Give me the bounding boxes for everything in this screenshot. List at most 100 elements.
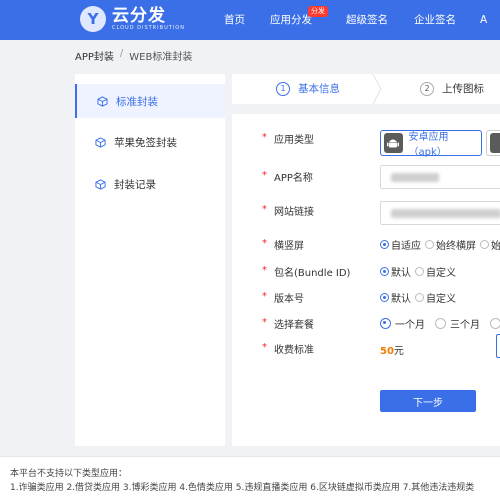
radio-one-month[interactable]: 一个月	[380, 316, 425, 331]
logo[interactable]: Y 云分发 CLOUD DISTRIBUTION	[80, 6, 185, 32]
radio-label: 始终横屏	[436, 241, 476, 252]
redacted-value	[391, 173, 439, 182]
radio-landscape[interactable]: 始终横屏	[425, 237, 476, 252]
next-step-button[interactable]: 下一步	[380, 390, 476, 412]
nav-item-app-distribution[interactable]: 应用分发 分发	[270, 0, 346, 40]
radio-dot	[380, 318, 391, 329]
notice-panel: 本平台不支持以下类型应用： 1.诈骗类应用 2.借贷类应用 3.博彩类应用 4.…	[0, 456, 500, 500]
radio-custom[interactable]: 自定义	[415, 290, 456, 305]
required-mark: *	[262, 265, 267, 276]
sidebar-item-wrap-records[interactable]: 封装记录	[75, 167, 225, 201]
radio-label: 默认	[391, 268, 411, 279]
required-mark: *	[262, 342, 267, 353]
field-label: APP名称	[274, 173, 313, 184]
app-name-input[interactable]	[380, 165, 500, 189]
orientation-radio-group: 自适应 始终横屏 始	[380, 237, 500, 252]
radio-more-package[interactable]	[490, 318, 500, 329]
field-label: 横竖屏	[274, 241, 304, 252]
radio-label: 默认	[391, 294, 411, 305]
radio-dot	[415, 267, 424, 276]
sidebar: 标准封装 苹果免签封装 封装记录	[75, 74, 225, 446]
step-number: 2	[420, 81, 434, 96]
field-label: 网站链接	[274, 207, 314, 218]
required-mark: *	[262, 317, 267, 328]
radio-portrait[interactable]: 始	[480, 237, 500, 252]
step-number: 1	[276, 81, 290, 96]
radio-dot	[490, 318, 500, 329]
bundle-id-radio-group: 默认 自定义	[380, 264, 460, 279]
ios-app-option[interactable]	[486, 130, 500, 156]
apple-icon	[490, 133, 500, 153]
radio-default[interactable]: 默认	[380, 290, 411, 305]
step-divider-icon	[372, 74, 382, 104]
nav-badge: 分发	[308, 6, 328, 17]
radio-dot	[380, 267, 389, 276]
version-radio-group: 默认 自定义	[380, 290, 460, 305]
nav-label: 超级签名	[346, 14, 388, 26]
radio-label: 自定义	[426, 268, 456, 279]
step-bar: 1 基本信息 2 上传图标	[232, 74, 500, 104]
package-radio-group: 一个月 三个月	[380, 316, 500, 331]
cube-icon	[97, 95, 108, 107]
step-upload-icon: 2 上传图标	[420, 81, 484, 96]
breadcrumb-separator: /	[119, 48, 124, 59]
radio-custom[interactable]: 自定义	[415, 264, 456, 279]
radio-dot	[380, 240, 389, 249]
required-mark: *	[262, 291, 267, 302]
logo-subtitle: CLOUD DISTRIBUTION	[112, 24, 185, 31]
nav-label: 企业签名	[414, 14, 456, 26]
nav-label: A	[480, 14, 488, 26]
radio-adaptive[interactable]: 自适应	[380, 237, 421, 252]
required-mark: *	[262, 238, 267, 249]
radio-label: 自定义	[426, 294, 456, 305]
radio-dot	[480, 240, 489, 249]
option-label: 安卓应用（apk）	[408, 132, 449, 158]
sidebar-item-label: 标准封装	[116, 95, 158, 108]
basic-info-form: * 应用类型 安卓应用（apk） * APP名称 * 网站链接 * 横竖屏 自适…	[232, 114, 500, 446]
radio-label: 始	[491, 241, 500, 252]
field-label: 版本号	[274, 294, 304, 305]
step-label: 上传图标	[442, 83, 484, 95]
nav-label: 应用分发	[270, 14, 312, 26]
android-app-option[interactable]: 安卓应用（apk）	[380, 130, 482, 158]
radio-three-months[interactable]: 三个月	[435, 316, 480, 331]
radio-dot	[415, 293, 424, 302]
main-nav: 首页 应用分发 分发 超级签名 企业签名 A	[224, 0, 500, 40]
fee-value: 50元	[380, 342, 404, 357]
sidebar-item-apple-unsigned-wrap[interactable]: 苹果免签封装	[75, 125, 225, 159]
required-mark: *	[262, 132, 267, 143]
notice-title: 本平台不支持以下类型应用：	[10, 469, 128, 479]
fee-unit: 元	[393, 346, 404, 357]
radio-label: 三个月	[450, 320, 480, 331]
fee-box-edge	[496, 334, 500, 358]
radio-dot	[425, 240, 434, 249]
breadcrumb-current: WEB标准封装	[129, 52, 193, 63]
nav-item-super-sign[interactable]: 超级签名	[346, 0, 414, 40]
breadcrumb: APP封装 / WEB标准封装	[75, 48, 192, 63]
logo-badge-icon: Y	[80, 6, 106, 32]
android-icon	[384, 133, 403, 153]
radio-default[interactable]: 默认	[380, 264, 411, 279]
site-url-input[interactable]	[380, 201, 500, 225]
redacted-value	[391, 209, 500, 218]
cube-icon	[95, 178, 106, 190]
field-label: 包名(Bundle ID)	[274, 268, 351, 279]
top-navbar: Y 云分发 CLOUD DISTRIBUTION 首页 应用分发 分发 超级签名…	[0, 0, 500, 40]
nav-item-home[interactable]: 首页	[224, 0, 270, 40]
radio-label: 一个月	[395, 320, 425, 331]
field-label: 应用类型	[274, 135, 314, 146]
breadcrumb-root[interactable]: APP封装	[75, 48, 114, 63]
sidebar-item-label: 封装记录	[114, 178, 156, 191]
nav-label: 首页	[224, 14, 245, 26]
radio-dot	[380, 293, 389, 302]
cube-icon	[95, 136, 106, 148]
notice-line: 1.诈骗类应用 2.借贷类应用 3.博彩类应用 4.色情类应用 5.违规直播类应…	[10, 483, 475, 493]
field-label: 选择套餐	[274, 320, 314, 331]
sidebar-item-label: 苹果免签封装	[114, 136, 177, 149]
nav-item-enterprise-sign[interactable]: 企业签名	[414, 0, 480, 40]
sidebar-item-standard-wrap[interactable]: 标准封装	[75, 84, 225, 118]
radio-label: 自适应	[391, 241, 421, 252]
nav-item-truncated[interactable]: A	[480, 0, 500, 40]
required-mark: *	[262, 170, 267, 181]
logo-name: 云分发	[112, 5, 166, 26]
